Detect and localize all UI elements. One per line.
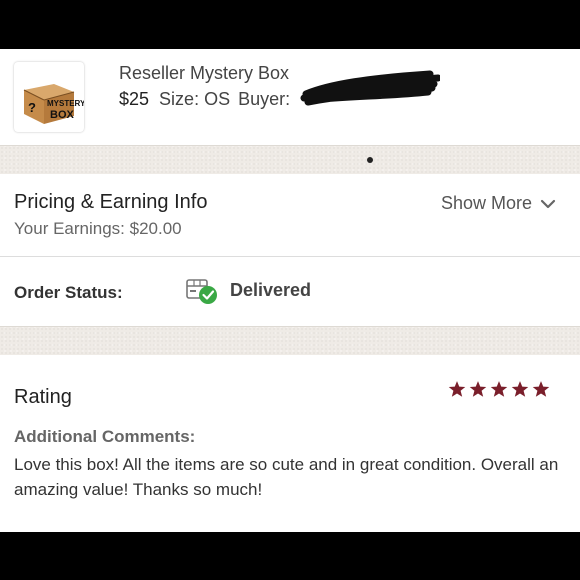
order-screen: ? MYSTERY BOX Reseller Mystery Box $25 Si… xyxy=(0,49,580,532)
item-size: Size: OS xyxy=(159,89,231,109)
item-title: Reseller Mystery Box xyxy=(119,63,290,83)
item-price: $25 xyxy=(119,89,150,109)
section-divider-band xyxy=(0,326,580,356)
rating-section: Rating Additional Comments: Love this bo… xyxy=(0,355,580,532)
box-delivered-check-icon xyxy=(186,279,217,304)
item-thumbnail: ? MYSTERY BOX xyxy=(14,62,84,132)
pricing-section: Pricing & Earning Info Your Earnings: $2… xyxy=(0,174,580,257)
thumbnail-text-box: BOX xyxy=(50,109,75,121)
carousel-band xyxy=(0,145,580,175)
additional-comments-label: Additional Comments: xyxy=(14,427,196,446)
redaction-scribble xyxy=(300,70,440,106)
earnings-text: Your Earnings: $20.00 xyxy=(14,219,182,238)
thumbnail-text-mystery: MYSTERY xyxy=(47,99,84,108)
buyer-label: Buyer: xyxy=(238,89,291,109)
item-meta: $25 Size: OS Buyer: xyxy=(119,89,290,110)
star-icon xyxy=(511,381,529,397)
star-icon xyxy=(448,381,466,397)
comment-text: Love this box! All the items are so cute… xyxy=(14,455,559,499)
show-more-button[interactable]: Show More xyxy=(441,193,556,214)
pricing-title: Pricing & Earning Info xyxy=(14,191,208,213)
item-row[interactable]: ? MYSTERY BOX Reseller Mystery Box $25 Si… xyxy=(0,49,580,145)
order-status-section: Order Status: Delivered xyxy=(0,257,580,325)
rating-title: Rating xyxy=(14,386,72,408)
page-indicator-dot[interactable] xyxy=(367,157,373,163)
order-status-label: Order Status: xyxy=(14,283,123,302)
question-mark: ? xyxy=(28,100,36,115)
show-more-label: Show More xyxy=(440,193,532,213)
star-rating xyxy=(448,380,550,398)
star-icon xyxy=(490,381,508,397)
star-icon xyxy=(469,381,487,397)
order-status-value: Delivered xyxy=(230,280,312,300)
star-icon xyxy=(532,381,550,397)
mystery-box-image: ? MYSTERY BOX xyxy=(23,84,84,124)
chevron-down-icon xyxy=(540,199,556,208)
